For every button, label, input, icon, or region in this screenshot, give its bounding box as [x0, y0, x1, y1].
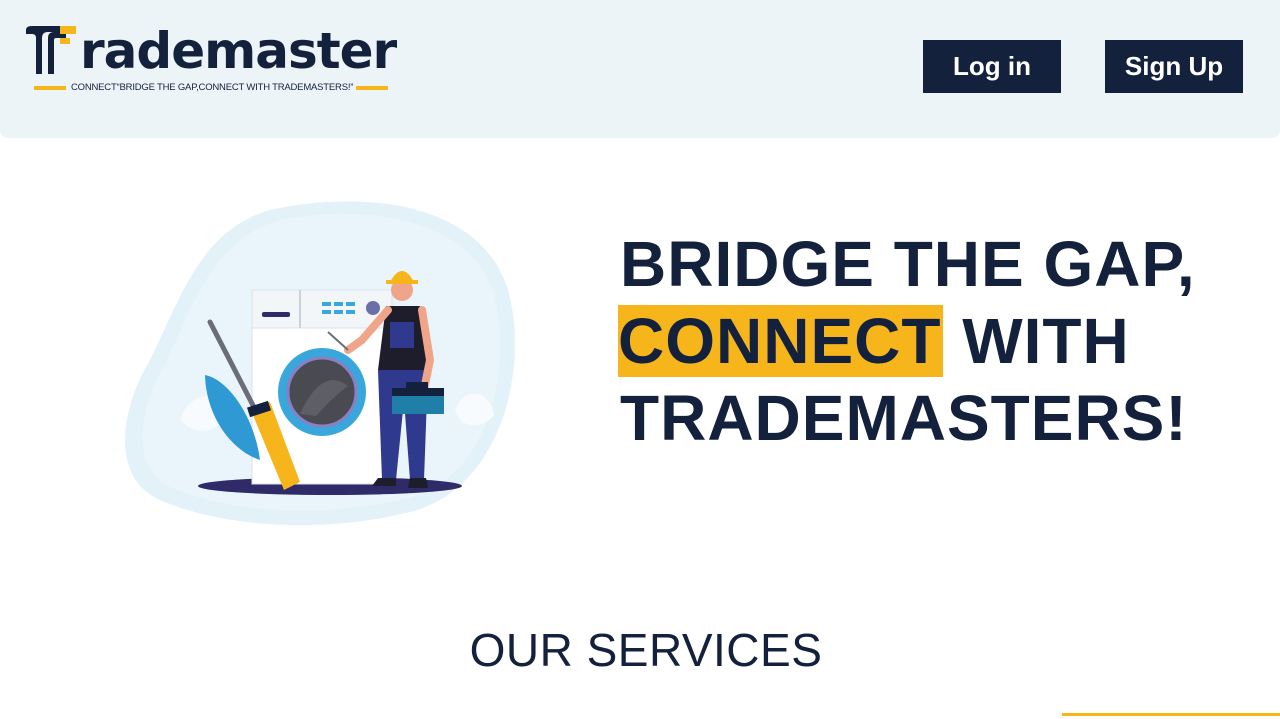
hero-headline: BRIDGE THE GAP, CONNECT WITH TRADEMASTER… [618, 226, 1260, 457]
logo-t-mark-icon [26, 26, 76, 74]
logo-wordmark: rademaster [80, 22, 397, 80]
logo[interactable]: rademaster CONNECT“BRIDGE THE GAP,CONNEC… [26, 22, 426, 96]
hero-line-1: BRIDGE THE GAP, [620, 228, 1196, 300]
repairman-washing-machine-illustration [125, 201, 515, 526]
signup-button[interactable]: Sign Up [1105, 40, 1243, 93]
tagline-row: CONNECT“BRIDGE THE GAP,CONNECT WITH TRAD… [34, 82, 389, 93]
site-header: rademaster CONNECT“BRIDGE THE GAP,CONNEC… [0, 0, 1280, 138]
hero-line-3: TRADEMASTERS! [620, 382, 1188, 454]
tagline: CONNECT“BRIDGE THE GAP,CONNECT WITH TRAD… [71, 82, 354, 93]
hero-highlight-connect: CONNECT [618, 305, 944, 377]
tagline-right-rule [356, 85, 389, 90]
tagline-left-rule [34, 85, 66, 90]
login-button[interactable]: Log in [923, 40, 1061, 93]
services-accent-rule [1062, 713, 1280, 716]
hero-line-2-rest: WITH [943, 305, 1130, 377]
hero-line-2: CONNECT WITH [618, 303, 1260, 380]
services-heading: OUR SERVICES [469, 624, 823, 676]
